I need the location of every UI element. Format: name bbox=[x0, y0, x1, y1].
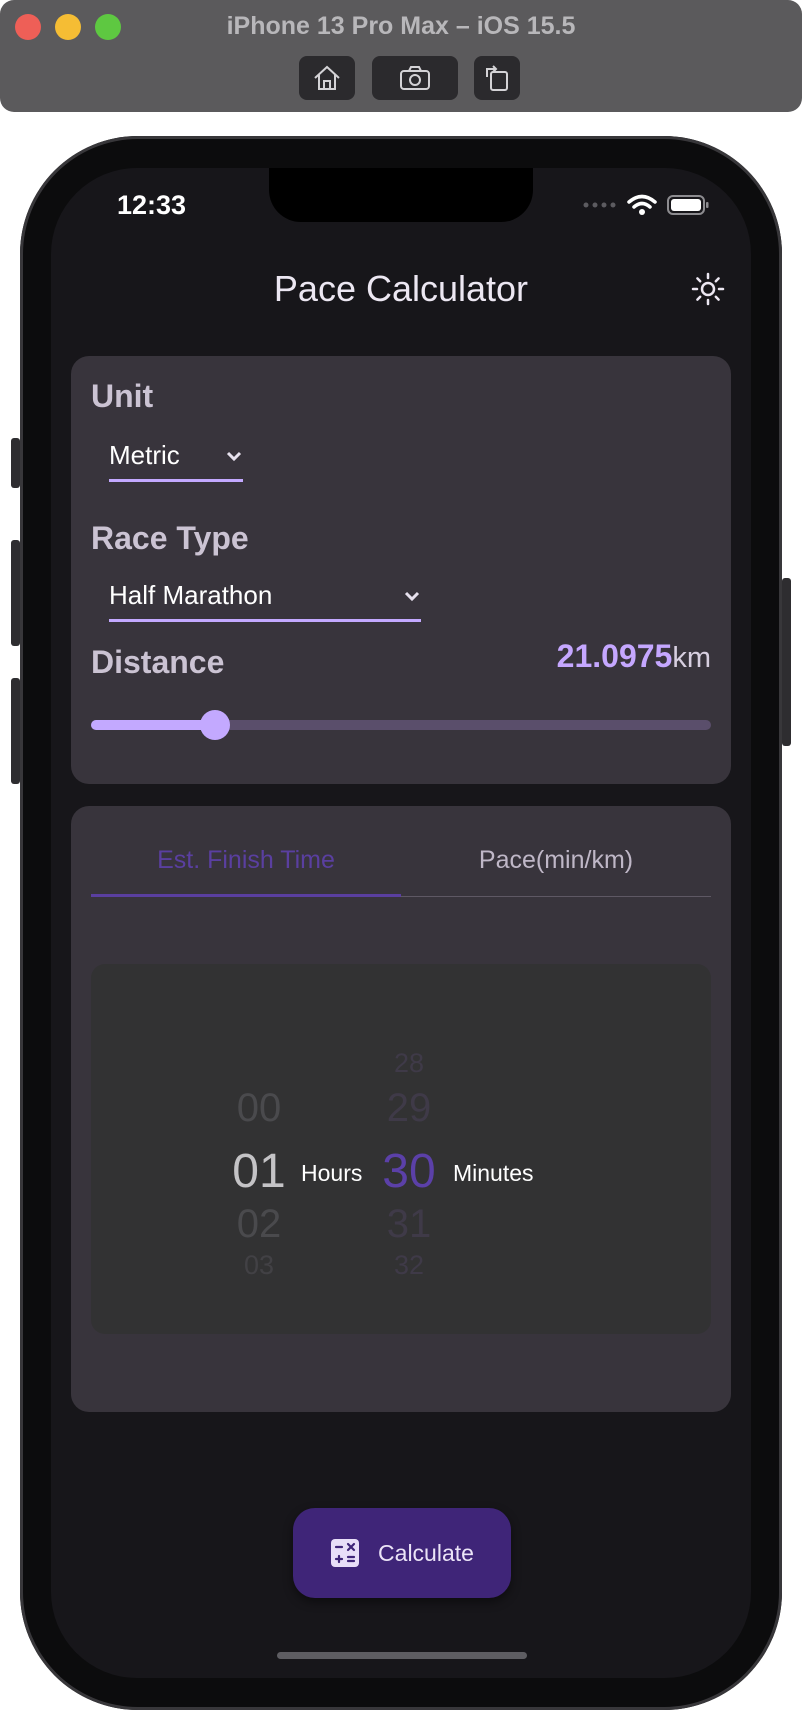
calculator-icon bbox=[331, 1539, 360, 1567]
rotate-button[interactable] bbox=[474, 56, 520, 100]
home-indicator[interactable] bbox=[277, 1652, 527, 1659]
minutes-picker[interactable]: 28 29 30 31 32 bbox=[369, 964, 449, 1334]
race-type-label: Race Type bbox=[91, 520, 249, 556]
theme-toggle-button[interactable] bbox=[690, 271, 726, 307]
status-time: 12:33 bbox=[117, 190, 187, 220]
home-icon bbox=[314, 65, 340, 90]
race-type-dropdown-value: Half Marathon bbox=[109, 580, 273, 610]
distance-value: 21.0975 bbox=[556, 638, 673, 674]
status-icons bbox=[583, 194, 709, 216]
minutes-selected[interactable]: 30 bbox=[369, 1144, 449, 1199]
minutes-option[interactable]: 32 bbox=[369, 1250, 449, 1281]
hours-unit-label: Hours bbox=[301, 1160, 363, 1186]
simulator-toolbar: iPhone 13 Pro Max – iOS 15.5 bbox=[0, 0, 802, 112]
settings-card: Unit Metric Race Type Half Marathon Dist… bbox=[71, 356, 731, 784]
screenshot-button[interactable] bbox=[372, 56, 458, 100]
slider-thumb[interactable] bbox=[200, 710, 230, 740]
home-button[interactable] bbox=[299, 56, 355, 100]
hours-selected[interactable]: 01 bbox=[219, 1144, 299, 1199]
chevron-down-icon bbox=[404, 591, 420, 601]
distance-unit: km bbox=[672, 642, 711, 674]
rotate-icon bbox=[486, 65, 508, 91]
result-card: Est. Finish Time Pace(min/km) 00 01 02 0… bbox=[71, 806, 731, 1412]
power-button bbox=[782, 578, 791, 746]
volume-down-button bbox=[11, 678, 20, 784]
hours-option[interactable]: 03 bbox=[219, 1250, 299, 1281]
distance-label: Distance bbox=[91, 644, 225, 680]
battery-icon bbox=[667, 195, 709, 215]
app-title: Pace Calculator bbox=[273, 268, 529, 309]
cellular-icon bbox=[583, 202, 616, 208]
minutes-unit-label: Minutes bbox=[453, 1160, 534, 1186]
race-type-dropdown[interactable]: Half Marathon bbox=[109, 580, 421, 622]
screenshot-icon bbox=[400, 66, 430, 90]
minutes-option[interactable]: 28 bbox=[369, 1048, 449, 1079]
minutes-option[interactable]: 31 bbox=[369, 1202, 449, 1247]
result-tabs: Est. Finish Time Pace(min/km) bbox=[91, 840, 711, 897]
simulator-title: iPhone 13 Pro Max – iOS 15.5 bbox=[226, 12, 576, 40]
wifi-icon bbox=[627, 194, 657, 215]
distance-slider[interactable] bbox=[91, 710, 711, 740]
chevron-down-icon bbox=[226, 451, 242, 461]
hours-option[interactable]: 02 bbox=[219, 1202, 299, 1247]
unit-label: Unit bbox=[91, 378, 154, 414]
tab-indicator bbox=[91, 894, 401, 897]
hours-option[interactable]: 00 bbox=[219, 1086, 299, 1131]
tab-est-finish-time[interactable]: Est. Finish Time bbox=[91, 840, 401, 896]
unit-dropdown[interactable]: Metric bbox=[109, 440, 243, 482]
calculate-button[interactable]: Calculate bbox=[293, 1508, 511, 1598]
time-picker: 00 01 02 03 Hours 28 29 30 31 32 Minutes bbox=[91, 964, 711, 1334]
distance-readout: 21.0975km bbox=[557, 638, 711, 675]
unit-dropdown-value: Metric bbox=[109, 440, 180, 470]
calculate-button-label: Calculate bbox=[378, 1539, 474, 1566]
slider-fill bbox=[91, 720, 215, 730]
tab-pace[interactable]: Pace(min/km) bbox=[401, 840, 711, 896]
volume-up-button bbox=[11, 540, 20, 646]
brightness-icon bbox=[691, 272, 725, 306]
hours-picker[interactable]: 00 01 02 03 bbox=[219, 964, 299, 1334]
phone-screen: 12:33 Pace Calculator Unit Metric Race T… bbox=[51, 168, 751, 1678]
minutes-option[interactable]: 29 bbox=[369, 1086, 449, 1131]
mute-switch bbox=[11, 438, 20, 488]
notch bbox=[269, 168, 533, 222]
